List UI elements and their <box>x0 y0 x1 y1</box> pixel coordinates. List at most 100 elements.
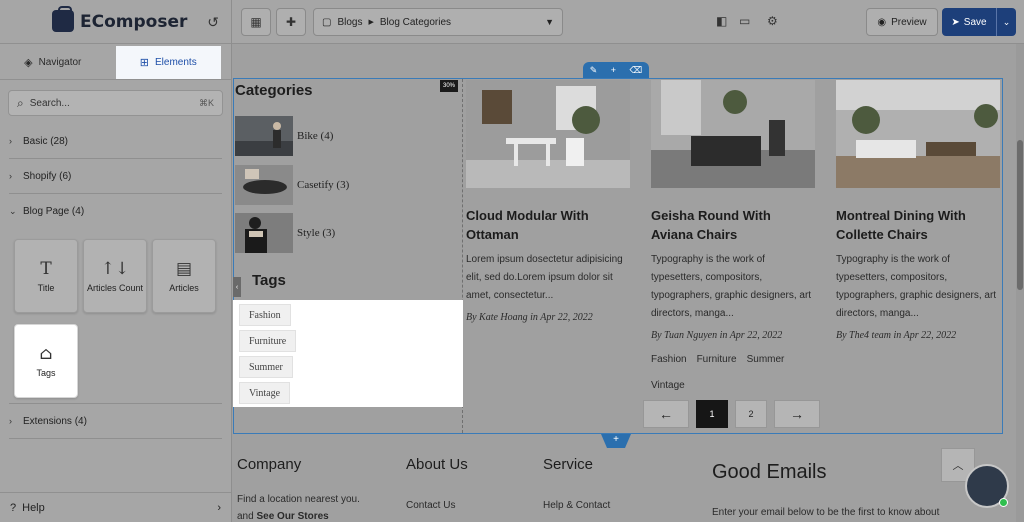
footer-section[interactable]: Company About Us Service Good Emails Fin… <box>232 448 1024 522</box>
article-card[interactable]: Cloud Modular With Ottaman Lorem ipsum d… <box>466 80 630 323</box>
edit-icon[interactable]: ✎ <box>590 65 598 76</box>
see-our-stores-link[interactable]: See Our Stores <box>256 511 328 522</box>
help-link[interactable]: ? Help › <box>0 492 231 522</box>
group-shopify[interactable]: › Shopify (6) <box>9 159 222 194</box>
footer-company-line-2: and See Our Stores <box>237 511 329 522</box>
newsletter-text: Enter your email below to be the first t… <box>712 507 940 518</box>
pagination: ← 1 2 → <box>643 400 820 428</box>
page-selector[interactable]: ▢ Blogs ▶ Blog Categories ▼ <box>313 8 563 36</box>
chevron-right-icon: › <box>9 136 12 146</box>
footer-company-heading: Company <box>237 456 302 473</box>
article-tag[interactable]: Furniture <box>697 354 737 365</box>
article-card[interactable]: Geisha Round With Aviana Chairs Typograp… <box>651 80 815 399</box>
tag-icon: ⌂ <box>39 344 53 364</box>
article-image[interactable] <box>651 80 815 188</box>
article-excerpt: Typography is the work of typesetters, c… <box>836 254 997 319</box>
category-item[interactable]: Bike (4) <box>235 116 333 156</box>
editor-canvas[interactable]: ✎ + ⌫ 30% Categories Bike (4) Casetify (… <box>232 44 1024 522</box>
trash-icon[interactable]: ⌫ <box>630 65 643 76</box>
element-articles-label: Articles <box>169 283 199 293</box>
category-item[interactable]: Style (3) <box>235 213 335 253</box>
group-extensions[interactable]: › Extensions (4) <box>9 404 222 439</box>
tags-widget[interactable]: Fashion Furniture Summer Vintage <box>233 300 463 407</box>
add-icon[interactable]: + <box>611 65 616 75</box>
article-meta: By The4 team in Apr 22, 2022 <box>836 330 957 341</box>
chevron-right-icon: › <box>217 501 221 514</box>
breadcrumb-blogs: Blogs <box>337 16 363 28</box>
tag-chip[interactable]: Fashion <box>239 304 291 326</box>
group-basic[interactable]: › Basic (28) <box>9 124 222 159</box>
breadcrumb-separator-icon: ▶ <box>368 19 374 26</box>
history-icon[interactable]: ↺ <box>207 14 219 31</box>
group-shopify-label: Shopify (6) <box>23 170 72 182</box>
layout-grid-button[interactable]: ▦ <box>241 8 271 36</box>
puzzle-icon: ✚ <box>285 15 297 29</box>
grid-plus-icon: ⊞ <box>139 57 150 69</box>
next-page-button[interactable]: → <box>774 400 820 428</box>
articles-icon: ▤ <box>175 259 193 279</box>
preview-button[interactable]: ◉ Preview <box>866 8 938 36</box>
tag-chip[interactable]: Summer <box>239 356 293 378</box>
eye-icon: ◉ <box>877 16 887 28</box>
article-meta: By Tuan Nguyen in Apr 22, 2022 <box>651 330 783 341</box>
sidebar-tabs: ◈ Navigator ⊞ Elements <box>0 46 231 80</box>
category-item[interactable]: Casetify (3) <box>235 165 349 205</box>
article-image[interactable] <box>836 80 1000 188</box>
sidebar-toggle-icon[interactable]: ◧ <box>716 14 727 28</box>
element-articles-count-label: Articles Count <box>86 283 144 293</box>
tag-chip[interactable]: Furniture <box>239 330 297 352</box>
tag-chip[interactable]: Vintage <box>239 382 291 404</box>
article-title[interactable]: Cloud Modular With Ottaman <box>466 206 630 244</box>
article-tag[interactable]: Fashion <box>651 354 687 365</box>
article-image[interactable] <box>466 80 630 188</box>
category-thumbnail <box>235 165 293 205</box>
category-label: Bike (4) <box>297 130 334 142</box>
grid-icon: ▦ <box>250 15 262 29</box>
article-title[interactable]: Geisha Round With Aviana Chairs <box>651 206 815 244</box>
gear-icon[interactable]: ⚙ <box>767 14 778 28</box>
page-2-button[interactable]: 2 <box>735 400 767 428</box>
element-title[interactable]: T Title <box>14 239 78 313</box>
article-card[interactable]: Montreal Dining With Collette Chairs Typ… <box>836 80 1000 341</box>
tab-elements[interactable]: ⊞ Elements <box>115 46 221 79</box>
chevron-down-icon: ⌄ <box>9 206 17 216</box>
element-articles-count[interactable]: ↑↓ Articles Count <box>83 239 147 313</box>
save-main[interactable]: ➤ Save <box>942 17 996 28</box>
send-icon: ➤ <box>951 16 960 28</box>
page-1-button[interactable]: 1 <box>696 400 728 428</box>
footer-service-heading: Service <box>543 456 594 473</box>
article-title[interactable]: Montreal Dining With Collette Chairs <box>836 206 1000 244</box>
blog-elements-grid: T Title ↑↓ Articles Count ▤ Articles ⌂ T… <box>9 229 222 404</box>
tab-navigator[interactable]: ◈ Navigator <box>0 46 106 79</box>
apps-button[interactable]: ✚ <box>276 8 306 36</box>
article-tag[interactable]: Summer <box>747 354 785 365</box>
article-tag[interactable]: Vintage <box>651 380 685 391</box>
add-section-button[interactable]: + <box>601 434 631 448</box>
app-logo[interactable]: EComposer <box>80 12 187 32</box>
element-title-label: Title <box>37 283 55 293</box>
group-extensions-label: Extensions (4) <box>23 415 87 427</box>
canvas-scrollbar[interactable] <box>1016 44 1024 522</box>
footer-company-line: Find a location nearest you. <box>237 494 360 505</box>
scrollbar-thumb[interactable] <box>1017 140 1023 290</box>
prev-page-button[interactable]: ← <box>643 400 689 428</box>
save-label: Save <box>963 16 987 28</box>
article-tags: Fashion Furniture Summer Vintage <box>651 347 815 399</box>
group-basic-label: Basic (28) <box>23 135 69 147</box>
save-button[interactable]: ➤ Save ⌄ <box>942 8 1016 36</box>
collapse-handle[interactable]: ‹ <box>233 277 241 297</box>
chevron-down-icon: ⌄ <box>1002 16 1011 27</box>
element-articles[interactable]: ▤ Articles <box>152 239 216 313</box>
help-contact-link[interactable]: Help & Contact <box>543 500 610 511</box>
contact-us-link[interactable]: Contact Us <box>406 500 455 511</box>
element-tags[interactable]: ⌂ Tags <box>14 324 78 398</box>
desktop-icon[interactable]: ▭ <box>739 14 750 28</box>
save-options-button[interactable]: ⌄ <box>996 8 1016 36</box>
group-blog-page-label: Blog Page (4) <box>23 206 85 217</box>
group-blog-page[interactable]: ⌄ Blog Page (4) <box>9 194 222 229</box>
search-input[interactable] <box>29 97 199 109</box>
tab-elements-label: Elements <box>155 57 197 68</box>
tags-title: Tags <box>252 272 286 289</box>
chevron-right-icon: › <box>9 416 12 426</box>
category-thumbnail <box>235 213 293 253</box>
